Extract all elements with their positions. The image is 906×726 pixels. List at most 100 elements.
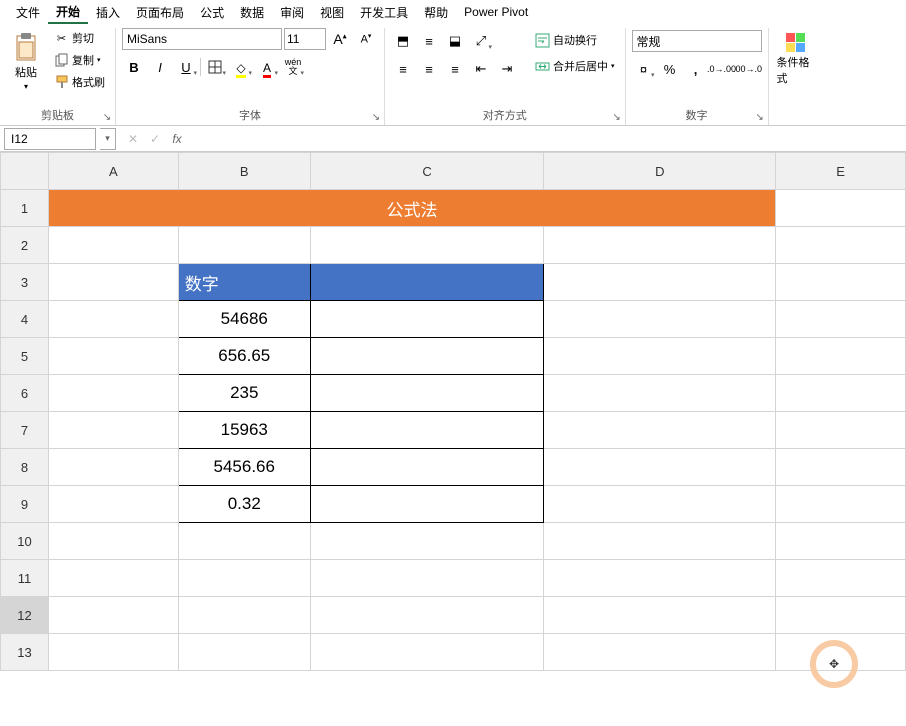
wrap-text-button[interactable]: 自动换行 bbox=[531, 30, 619, 50]
cell-a2[interactable] bbox=[48, 227, 178, 264]
cell-c7[interactable] bbox=[310, 412, 544, 449]
increase-font-button[interactable]: A▴ bbox=[328, 28, 352, 50]
name-box-dropdown[interactable]: ▾ bbox=[100, 128, 116, 150]
accounting-format-button[interactable]: ¤ bbox=[632, 58, 656, 80]
underline-button[interactable]: U bbox=[174, 56, 198, 78]
cell-b10[interactable] bbox=[178, 523, 310, 560]
row-header-10[interactable]: 10 bbox=[1, 523, 49, 560]
cell-d2[interactable] bbox=[544, 227, 776, 264]
cell-b4[interactable]: 54686 bbox=[178, 301, 310, 338]
row-header-4[interactable]: 4 bbox=[1, 301, 49, 338]
col-header-d[interactable]: D bbox=[544, 153, 776, 190]
cell-b5[interactable]: 656.65 bbox=[178, 338, 310, 375]
cell-d11[interactable] bbox=[544, 560, 776, 597]
align-middle-button[interactable]: ≡ bbox=[417, 30, 441, 52]
col-header-b[interactable]: B bbox=[178, 153, 310, 190]
cell-c2[interactable] bbox=[310, 227, 544, 264]
row-header-8[interactable]: 8 bbox=[1, 449, 49, 486]
col-header-c[interactable]: C bbox=[310, 153, 544, 190]
bold-button[interactable]: B bbox=[122, 56, 146, 78]
cell-e7[interactable] bbox=[776, 412, 906, 449]
row-header-12[interactable]: 12 bbox=[1, 597, 49, 634]
col-header-a[interactable]: A bbox=[48, 153, 178, 190]
cell-c4[interactable] bbox=[310, 301, 544, 338]
cell-a5[interactable] bbox=[48, 338, 178, 375]
cell-d8[interactable] bbox=[544, 449, 776, 486]
row-header-2[interactable]: 2 bbox=[1, 227, 49, 264]
cell-c12[interactable] bbox=[310, 597, 544, 634]
merge-center-button[interactable]: 合并后居中 ▾ bbox=[531, 56, 619, 76]
align-bottom-button[interactable]: ⬓ bbox=[443, 30, 467, 52]
cell-b9[interactable]: 0.32 bbox=[178, 486, 310, 523]
cell-d4[interactable] bbox=[544, 301, 776, 338]
cell-d10[interactable] bbox=[544, 523, 776, 560]
cell-b6[interactable]: 235 bbox=[178, 375, 310, 412]
orientation-button[interactable]: ⤢ bbox=[469, 30, 493, 52]
phonetic-button[interactable]: wén文 bbox=[281, 56, 305, 78]
cancel-formula-button[interactable]: ✕ bbox=[122, 132, 144, 146]
align-left-button[interactable]: ≡ bbox=[391, 58, 415, 80]
row-header-6[interactable]: 6 bbox=[1, 375, 49, 412]
cell-b12[interactable] bbox=[178, 597, 310, 634]
cell-b7[interactable]: 15963 bbox=[178, 412, 310, 449]
decrease-indent-button[interactable]: ⇤ bbox=[469, 58, 493, 80]
font-name-select[interactable] bbox=[122, 28, 282, 50]
font-color-button[interactable]: A bbox=[255, 56, 279, 78]
cell-e1[interactable] bbox=[776, 190, 906, 227]
cell-e4[interactable] bbox=[776, 301, 906, 338]
menu-power-pivot[interactable]: Power Pivot bbox=[456, 3, 536, 21]
cell-c3[interactable] bbox=[310, 264, 544, 301]
cell-c10[interactable] bbox=[310, 523, 544, 560]
cell-a6[interactable] bbox=[48, 375, 178, 412]
menu-data[interactable]: 数据 bbox=[232, 2, 272, 23]
cell-e3[interactable] bbox=[776, 264, 906, 301]
number-dialog-launcher[interactable]: ↘ bbox=[754, 111, 766, 123]
format-painter-button[interactable]: 格式刷 bbox=[50, 72, 109, 92]
row-header-1[interactable]: 1 bbox=[1, 190, 49, 227]
name-box[interactable] bbox=[4, 128, 96, 150]
cell-d12[interactable] bbox=[544, 597, 776, 634]
cell-e2[interactable] bbox=[776, 227, 906, 264]
cell-c11[interactable] bbox=[310, 560, 544, 597]
cell-d13[interactable] bbox=[544, 634, 776, 671]
cell-a10[interactable] bbox=[48, 523, 178, 560]
number-format-select[interactable] bbox=[632, 30, 762, 52]
cell-b3[interactable]: 数字 bbox=[178, 264, 310, 301]
align-center-button[interactable]: ≡ bbox=[417, 58, 441, 80]
cell-e12[interactable] bbox=[776, 597, 906, 634]
cell-a9[interactable] bbox=[48, 486, 178, 523]
decrease-decimal-button[interactable]: .00→.0 bbox=[736, 58, 760, 80]
align-right-button[interactable]: ≡ bbox=[443, 58, 467, 80]
cell-c6[interactable] bbox=[310, 375, 544, 412]
menu-file[interactable]: 文件 bbox=[8, 2, 48, 23]
fill-color-button[interactable]: ◇ bbox=[229, 56, 253, 78]
increase-indent-button[interactable]: ⇥ bbox=[495, 58, 519, 80]
cell-e8[interactable] bbox=[776, 449, 906, 486]
align-top-button[interactable]: ⬒ bbox=[391, 30, 415, 52]
percent-button[interactable]: % bbox=[658, 58, 682, 80]
row-header-5[interactable]: 5 bbox=[1, 338, 49, 375]
cell-b2[interactable] bbox=[178, 227, 310, 264]
cell-d9[interactable] bbox=[544, 486, 776, 523]
italic-button[interactable]: I bbox=[148, 56, 172, 78]
increase-decimal-button[interactable]: .0→.00 bbox=[710, 58, 734, 80]
cell-a8[interactable] bbox=[48, 449, 178, 486]
cell-c13[interactable] bbox=[310, 634, 544, 671]
row-header-11[interactable]: 11 bbox=[1, 560, 49, 597]
cell-c9[interactable] bbox=[310, 486, 544, 523]
cell-d5[interactable] bbox=[544, 338, 776, 375]
cell-a7[interactable] bbox=[48, 412, 178, 449]
menu-home[interactable]: 开始 bbox=[48, 1, 88, 24]
cell-e5[interactable] bbox=[776, 338, 906, 375]
col-header-e[interactable]: E bbox=[776, 153, 906, 190]
menu-page-layout[interactable]: 页面布局 bbox=[128, 2, 192, 23]
cell-b11[interactable] bbox=[178, 560, 310, 597]
row-header-9[interactable]: 9 bbox=[1, 486, 49, 523]
cell-a3[interactable] bbox=[48, 264, 178, 301]
cell-e9[interactable] bbox=[776, 486, 906, 523]
menu-view[interactable]: 视图 bbox=[312, 2, 352, 23]
row-header-7[interactable]: 7 bbox=[1, 412, 49, 449]
cell-d3[interactable] bbox=[544, 264, 776, 301]
alignment-dialog-launcher[interactable]: ↘ bbox=[611, 111, 623, 123]
cell-c5[interactable] bbox=[310, 338, 544, 375]
